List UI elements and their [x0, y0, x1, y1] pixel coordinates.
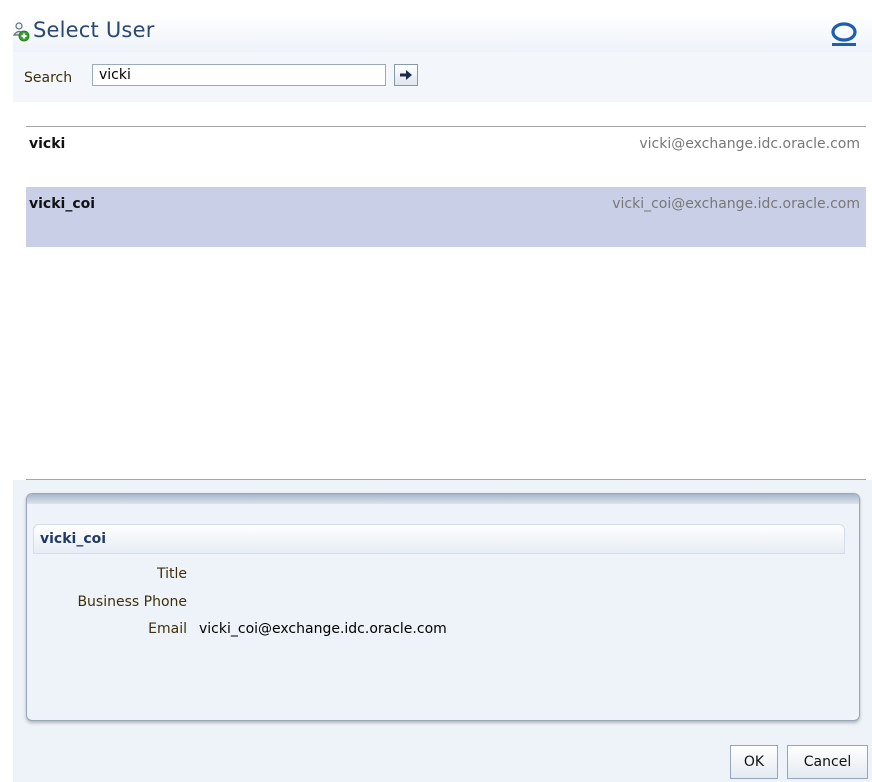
field-label-email: Email	[148, 621, 187, 637]
search-button[interactable]	[394, 64, 418, 86]
ok-button[interactable]: OK	[730, 745, 778, 779]
user-detail-panel: vicki_coi Title Business Phone Email vic…	[26, 493, 860, 721]
result-email: vicki_coi@exchange.idc.oracle.com	[612, 196, 860, 212]
field-label-business-phone: Business Phone	[77, 594, 187, 610]
detail-header: vicki_coi	[33, 524, 845, 554]
detail-username: vicki_coi	[40, 531, 107, 547]
detail-area: vicki_coi Title Business Phone Email vic…	[13, 480, 872, 743]
list-item[interactable]: vicki vicki@exchange.idc.oracle.com	[26, 127, 866, 187]
search-row: Search	[13, 52, 872, 102]
oracle-logo-icon	[829, 22, 859, 48]
search-input[interactable]	[92, 64, 386, 86]
dialog-titlebar: Select User	[12, 14, 872, 52]
cancel-button[interactable]: Cancel	[787, 745, 868, 779]
field-value-email: vicki_coi@exchange.idc.oracle.com	[199, 621, 447, 637]
list-item-selected[interactable]: vicki_coi vicki_coi@exchange.idc.oracle.…	[26, 187, 866, 247]
result-username: vicki	[29, 136, 66, 152]
result-email: vicki@exchange.idc.oracle.com	[639, 136, 860, 152]
dialog-footer: OK Cancel	[13, 743, 872, 782]
arrow-right-icon	[400, 70, 412, 80]
search-label: Search	[24, 70, 73, 86]
result-username: vicki_coi	[29, 196, 96, 212]
detail-panel-topbar	[27, 494, 859, 504]
field-label-title: Title	[156, 566, 187, 582]
add-user-icon	[12, 22, 33, 44]
dialog-title: Select User	[33, 18, 155, 42]
select-user-dialog: Select User Search vicki vicki@exchange.…	[12, 14, 872, 782]
user-results-list: vicki vicki@exchange.idc.oracle.com vick…	[26, 126, 866, 480]
